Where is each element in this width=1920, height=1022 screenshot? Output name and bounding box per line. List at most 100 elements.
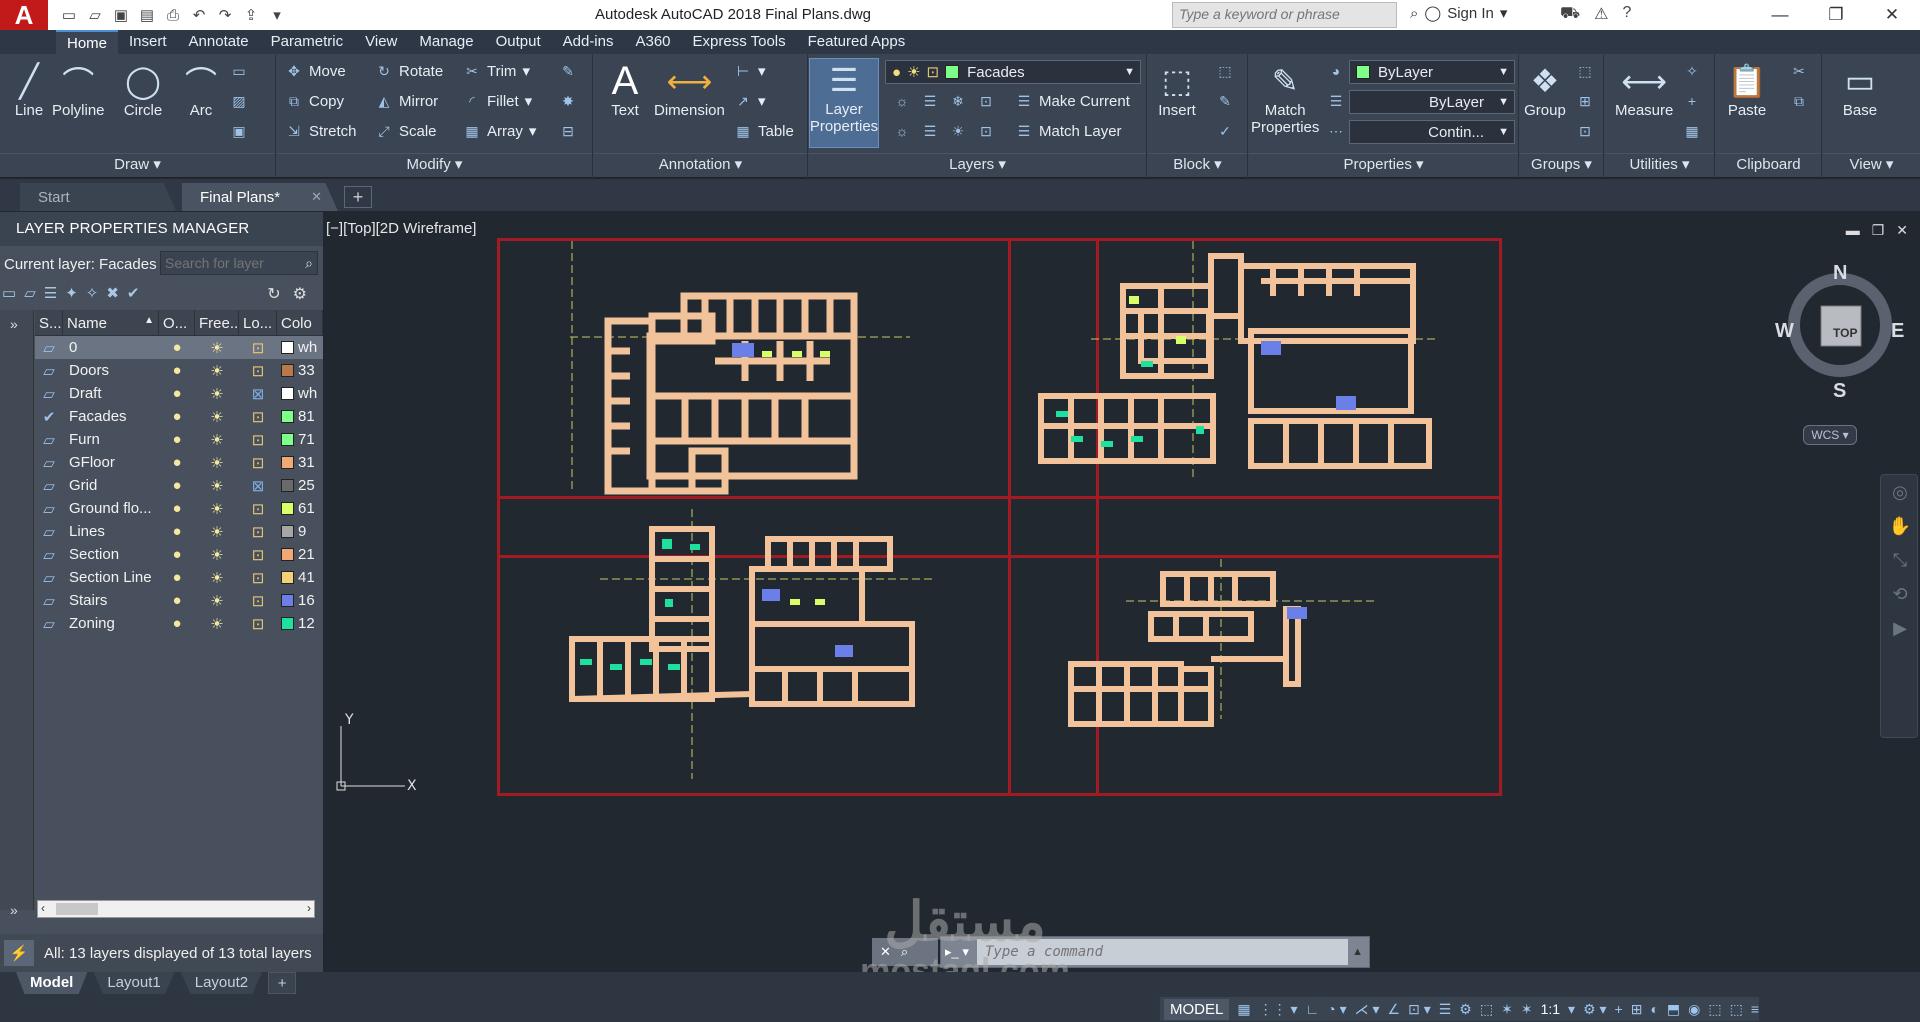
lock-open-icon[interactable]: ⊡ xyxy=(239,454,277,472)
close-icon[interactable]: ✕ xyxy=(1864,0,1920,30)
viewcube-top-face[interactable]: TOP xyxy=(1833,326,1857,340)
transparency-icon[interactable]: ⚙ xyxy=(1459,1001,1472,1018)
sun-icon[interactable]: ☀ xyxy=(195,454,239,472)
calculator-button[interactable]: ▦ xyxy=(1683,122,1701,140)
chevron-down-icon[interactable]: ▾ xyxy=(1568,1001,1575,1018)
edit-attributes-button[interactable]: ✓ xyxy=(1216,122,1234,140)
layer-row[interactable]: ▱ Lines ● ☀ ⊡ 9 xyxy=(35,520,323,543)
offset-button[interactable]: ⊟ xyxy=(559,122,577,140)
sun-icon[interactable]: ☀ xyxy=(195,477,239,495)
new-file-icon[interactable]: ▭ xyxy=(58,4,80,26)
compass-north[interactable]: N xyxy=(1833,262,1847,285)
ortho-icon[interactable]: ∟ xyxy=(1306,1001,1320,1017)
help-search[interactable] xyxy=(1172,2,1397,28)
boundary-button[interactable]: ▣ xyxy=(230,122,248,140)
group-edit-button[interactable]: ⊞ xyxy=(1576,92,1594,110)
annotation-panel-title[interactable]: Annotation ▾ xyxy=(594,153,807,175)
customization-menu-icon[interactable]: ≡ xyxy=(1751,1001,1759,1017)
draw-panel-title[interactable]: Draw ▾ xyxy=(0,153,275,175)
layout-tab-layout2[interactable]: Layout2 xyxy=(180,972,263,994)
binoculars-icon[interactable]: ⌕ xyxy=(1410,5,1418,22)
color-dropdown[interactable]: ByLayer ▼ xyxy=(1349,60,1515,84)
isolate-objects-icon[interactable]: ◉ xyxy=(1688,1001,1700,1018)
units-icon[interactable]: ⊞ xyxy=(1631,1001,1643,1018)
copy-button[interactable]: ⧉ Copy xyxy=(285,92,344,110)
layer-status-icon[interactable]: ▱ xyxy=(35,477,63,495)
restore-icon[interactable]: ❐ xyxy=(1808,0,1864,30)
snap-icon[interactable]: ⋮⋮ ▾ xyxy=(1259,1001,1298,1018)
layer-name[interactable]: Grid xyxy=(63,477,159,494)
rotate-button[interactable]: ↻ Rotate xyxy=(375,62,443,80)
layer-off-icon[interactable]: ☼ xyxy=(893,92,911,110)
new-property-filter-icon[interactable]: ▭ xyxy=(2,284,16,302)
col-lock[interactable]: Lo... xyxy=(239,310,277,335)
lineweight-dropdown[interactable]: ByLayer ▼ xyxy=(1349,90,1515,114)
layer-color[interactable]: 61 xyxy=(277,500,323,517)
doc-tab-start[interactable]: Start xyxy=(20,183,176,211)
layer-table-hscroll[interactable]: ‹ › xyxy=(37,900,315,918)
lightbulb-icon[interactable]: ● xyxy=(159,339,195,356)
measure-button[interactable]: ⟷ Measure xyxy=(1615,60,1673,119)
auto-scale-icon[interactable]: ✶ xyxy=(1521,1001,1533,1018)
layer-row[interactable]: ▱ 0 ● ☀ ⊡ wh xyxy=(35,336,323,359)
fillet-button[interactable]: ◜ Fillet ▾ xyxy=(463,92,532,111)
lightbulb-icon[interactable]: ● xyxy=(159,431,195,448)
group-button[interactable]: ❖ Group xyxy=(1524,60,1566,119)
layer-color[interactable]: wh xyxy=(277,339,323,356)
sign-in[interactable]: ⌕ ◯ Sign In ▾ xyxy=(1410,4,1507,23)
sun-icon[interactable]: ☀ xyxy=(195,500,239,518)
selection-cycling-icon[interactable]: ⬚ xyxy=(1480,1001,1493,1018)
lightbulb-icon[interactable]: ● xyxy=(159,454,195,471)
layer-dropdown[interactable]: ● ☀ ⊡ Facades ▼ xyxy=(885,60,1141,84)
layer-color[interactable]: 33 xyxy=(277,362,323,379)
circle-button[interactable]: ◯ Circle xyxy=(122,60,164,119)
linetype-dropdown[interactable]: Contin... ▼ xyxy=(1349,120,1515,144)
autocad-logo[interactable]: A xyxy=(0,0,48,30)
lock-open-icon[interactable]: ⊡ xyxy=(239,523,277,541)
lightbulb-icon[interactable]: ● xyxy=(159,546,195,563)
layer-states-icon[interactable]: ☰ xyxy=(44,284,57,302)
layer-isolate-icon[interactable]: ☰ xyxy=(921,92,939,110)
lineweight-toggle-icon[interactable]: ☰ xyxy=(1439,1001,1452,1018)
clean-screen-icon[interactable]: ⬚ xyxy=(1730,1001,1743,1018)
layer-name[interactable]: 0 xyxy=(63,339,159,356)
share-icon[interactable]: ⇪ xyxy=(240,4,262,26)
delete-layer-icon[interactable]: ✖ xyxy=(106,284,119,302)
help-icon[interactable]: ? xyxy=(1622,4,1631,24)
line-button[interactable]: ╱ Line xyxy=(8,60,50,119)
layer-name[interactable]: Facades xyxy=(63,408,159,425)
layout-tab-layout1[interactable]: Layout1 xyxy=(93,972,175,994)
text-button[interactable]: A Text xyxy=(604,59,646,120)
layer-on-icon[interactable]: ☼ xyxy=(893,122,911,140)
minimize-icon[interactable]: — xyxy=(1752,0,1808,30)
orbit-icon[interactable]: ⟲ xyxy=(1881,577,1919,611)
wcs-menu[interactable]: WCS ▾ xyxy=(1803,425,1857,445)
drawing-canvas[interactable]: [−][Top][2D Wireframe] ▬ ❐ ✕ N S W E TOP… xyxy=(323,212,1920,972)
scroll-right-icon[interactable]: › xyxy=(307,901,311,915)
layer-unlock-icon[interactable]: ⊡ xyxy=(977,122,995,140)
open-file-icon[interactable]: ▱ xyxy=(84,4,106,26)
vp-close-icon[interactable]: ✕ xyxy=(1896,222,1908,239)
save-as-icon[interactable]: ▤ xyxy=(136,4,158,26)
layer-row[interactable]: ▱ Draft ● ☀ ⊠ wh xyxy=(35,382,323,405)
tab-addins[interactable]: Add-ins xyxy=(552,30,625,54)
close-tab-icon[interactable]: ✕ xyxy=(311,189,322,205)
layer-thaw-icon[interactable]: ☀ xyxy=(949,122,967,140)
make-current-button[interactable]: ☰ Make Current xyxy=(1015,92,1130,110)
lock-closed-icon[interactable]: ⊠ xyxy=(239,477,277,495)
move-button[interactable]: ✥ Move xyxy=(285,62,346,80)
layer-properties-button[interactable]: ☰ Layer Properties xyxy=(809,58,879,148)
vp-restore-icon[interactable]: ❐ xyxy=(1872,222,1885,239)
help-search-input[interactable] xyxy=(1179,6,1390,22)
refresh-icon[interactable]: ↻ xyxy=(267,284,280,304)
lightbulb-icon[interactable]: ● xyxy=(159,615,195,632)
layer-status-icon[interactable]: ▱ xyxy=(35,431,63,449)
isodraft-icon[interactable]: ⋌ ▾ xyxy=(1355,1001,1380,1018)
block-panel-title[interactable]: Block ▾ xyxy=(1148,153,1247,175)
view-panel-title[interactable]: View ▾ xyxy=(1823,153,1920,175)
polyline-button[interactable]: ⌒ Polyline xyxy=(52,60,105,119)
quick-select-button[interactable]: ✧ xyxy=(1683,62,1701,80)
tab-manage[interactable]: Manage xyxy=(408,30,484,54)
lock-ui-icon[interactable]: ⬒ xyxy=(1667,1001,1680,1018)
redo-icon[interactable]: ↷ xyxy=(214,4,236,26)
